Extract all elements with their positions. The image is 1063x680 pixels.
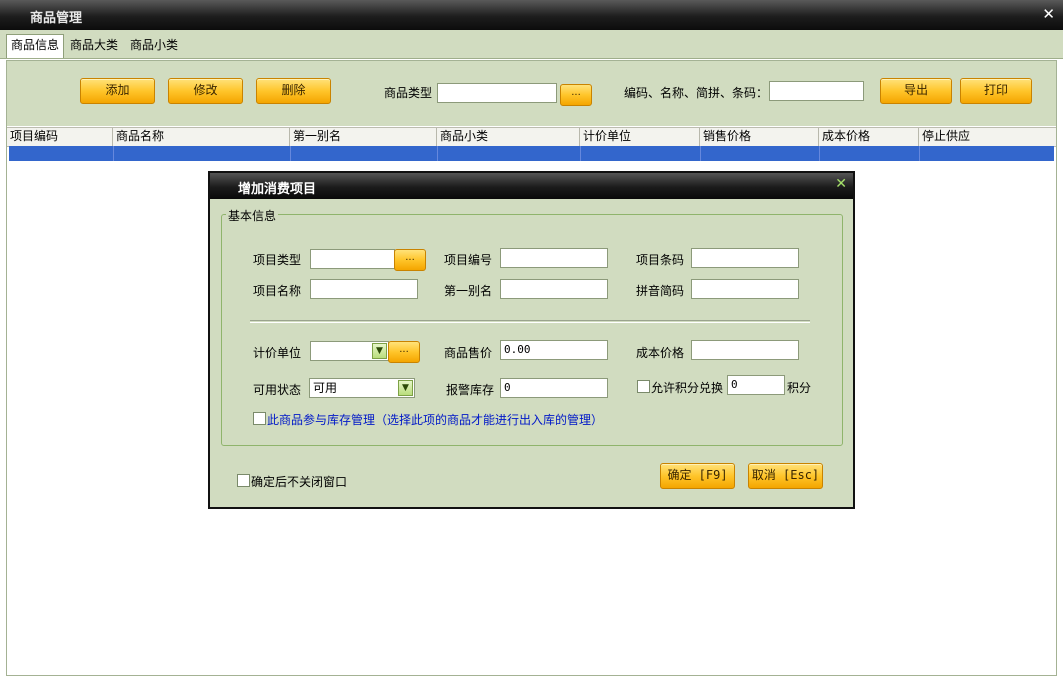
toolbar: 添加 修改 删除 商品类型 ... 编码、名称、简拼、条码： 导出 打印	[7, 61, 1056, 126]
status-select-value: 可用	[313, 381, 338, 395]
inventory-checkbox[interactable]	[253, 412, 266, 425]
column-header[interactable]: 项目编码	[7, 128, 113, 146]
item-name-input[interactable]	[310, 279, 418, 299]
table-cell	[437, 146, 581, 161]
column-header[interactable]: 第一别名	[290, 128, 437, 146]
pinyin-label: 拼音简码	[636, 284, 685, 298]
unit-select[interactable]: ▼	[310, 341, 389, 361]
points-exchange-label: 允许积分兑换	[651, 381, 724, 395]
export-button[interactable]: 导出	[880, 78, 952, 104]
column-header[interactable]: 停止供应	[919, 128, 1056, 146]
tab-strip: 商品信息 商品大类 商品小类	[0, 30, 1063, 59]
keep-open-label: 确定后不关闭窗口	[251, 475, 348, 489]
table-row-selected[interactable]	[9, 146, 1054, 161]
separator	[250, 320, 810, 323]
pinyin-input[interactable]	[691, 279, 799, 299]
cancel-button[interactable]: 取消 [Esc]	[748, 463, 823, 489]
basic-info-group: 基本信息 项目类型 ... 项目编号 项目条码 项目名称 第一别名 拼音简码 计…	[221, 207, 843, 446]
chevron-down-icon[interactable]: ▼	[372, 343, 387, 359]
table-cell	[290, 146, 438, 161]
add-button[interactable]: 添加	[80, 78, 155, 104]
item-code-input[interactable]	[500, 248, 608, 268]
window-title: 商品管理	[30, 11, 83, 26]
close-icon[interactable]: ✕	[1042, 5, 1055, 23]
dialog-title-bar: 增加消费项目 ✕	[210, 173, 853, 199]
column-header[interactable]: 商品小类	[437, 128, 580, 146]
item-type-browse-button[interactable]: ...	[394, 249, 426, 271]
inventory-label: 此商品参与库存管理（选择此项的商品才能进行出入库的管理）	[267, 413, 604, 427]
product-type-input[interactable]	[437, 83, 557, 103]
search-input[interactable]	[769, 81, 864, 101]
points-unit-label: 积分	[787, 381, 812, 395]
table-cell	[700, 146, 820, 161]
main-window: 商品管理 ✕ 商品信息 商品大类 商品小类 添加 修改 删除 商品类型 ... …	[0, 0, 1063, 680]
table-cell	[113, 146, 291, 161]
basic-info-legend: 基本信息	[226, 207, 279, 224]
price-label: 商品售价	[444, 346, 493, 360]
item-code-label: 项目编号	[444, 253, 493, 267]
keep-open-checkbox[interactable]	[237, 474, 250, 487]
points-exchange-checkbox[interactable]	[637, 380, 650, 393]
item-barcode-input[interactable]	[691, 248, 799, 268]
item-type-input[interactable]	[310, 249, 395, 269]
price-input[interactable]: 0.00	[500, 340, 608, 360]
column-header[interactable]: 销售价格	[700, 128, 819, 146]
tab-product-category[interactable]: 商品大类	[66, 35, 122, 56]
alarm-stock-label: 报警库存	[446, 383, 495, 397]
unit-browse-button[interactable]: ...	[388, 341, 420, 363]
alarm-stock-input[interactable]: 0	[500, 378, 608, 398]
column-header[interactable]: 成本价格	[819, 128, 919, 146]
grid-header: 项目编码 商品名称 第一别名 商品小类 计价单位 销售价格 成本价格 停止供应	[7, 127, 1056, 147]
item-name-label: 项目名称	[253, 284, 302, 298]
ok-button[interactable]: 确定 [F9]	[660, 463, 735, 489]
cost-input[interactable]	[691, 340, 799, 360]
chevron-down-icon[interactable]: ▼	[398, 380, 413, 396]
alias-input[interactable]	[500, 279, 608, 299]
delete-button[interactable]: 删除	[256, 78, 331, 104]
dialog-title: 增加消费项目	[238, 182, 317, 197]
table-cell	[580, 146, 701, 161]
table-cell	[9, 146, 114, 161]
status-select[interactable]: 可用 ▼	[309, 378, 415, 398]
product-type-browse-button[interactable]: ...	[560, 84, 592, 106]
edit-button[interactable]: 修改	[168, 78, 243, 104]
dialog-close-icon[interactable]: ✕	[835, 176, 847, 192]
column-header[interactable]: 计价单位	[580, 128, 700, 146]
unit-label: 计价单位	[253, 346, 302, 360]
table-cell	[819, 146, 920, 161]
points-input[interactable]: 0	[727, 375, 785, 395]
item-type-label: 项目类型	[253, 253, 302, 267]
cost-label: 成本价格	[636, 346, 685, 360]
print-button[interactable]: 打印	[960, 78, 1032, 104]
tab-product-info[interactable]: 商品信息	[6, 34, 65, 58]
item-barcode-label: 项目条码	[636, 253, 685, 267]
add-item-dialog: 增加消费项目 ✕ 基本信息 项目类型 ... 项目编号 项目条码 项目名称 第一…	[208, 171, 855, 509]
status-label: 可用状态	[253, 383, 302, 397]
title-bar: 商品管理 ✕	[0, 0, 1063, 30]
tab-product-subcategory[interactable]: 商品小类	[126, 35, 182, 56]
alias-label: 第一别名	[444, 284, 493, 298]
search-label: 编码、名称、简拼、条码：	[624, 86, 769, 100]
column-header[interactable]: 商品名称	[113, 128, 290, 146]
product-type-label: 商品类型	[384, 86, 433, 100]
